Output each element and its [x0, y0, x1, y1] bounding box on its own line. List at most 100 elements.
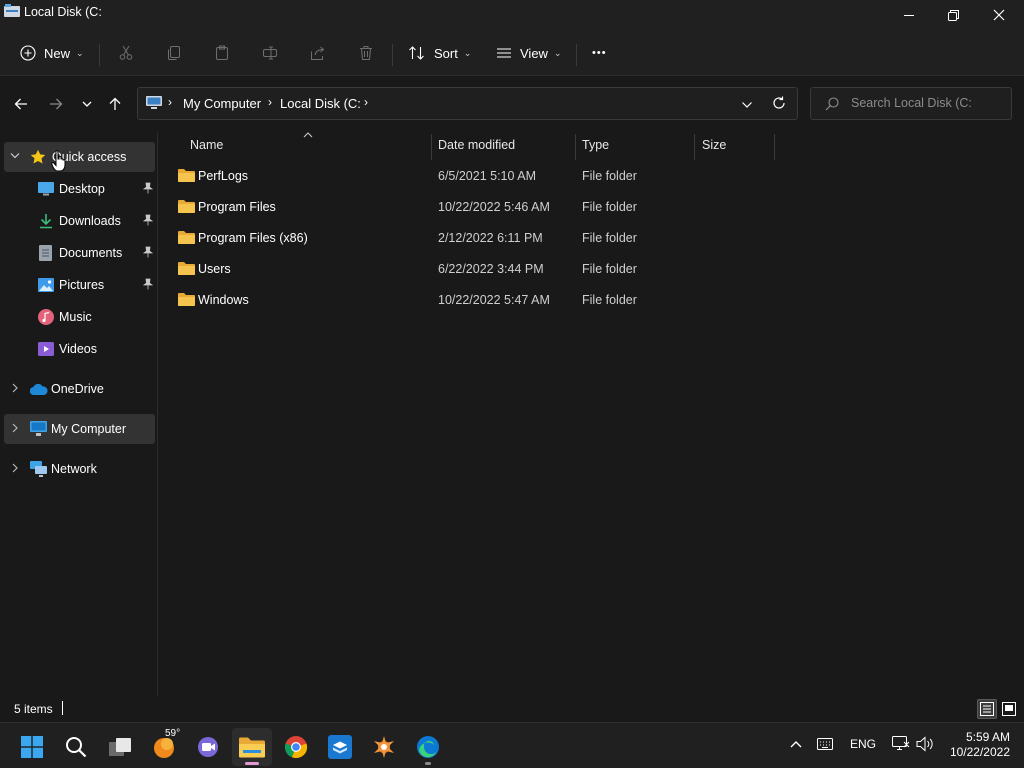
sidebar-item-label: My Computer — [51, 422, 127, 436]
sidebar-item-downloads[interactable]: Downloads — [4, 206, 155, 236]
more-options-button[interactable]: ••• — [592, 38, 607, 68]
details-view-button[interactable] — [977, 699, 997, 719]
language-indicator[interactable]: ENG — [850, 737, 876, 751]
column-divider[interactable] — [431, 134, 432, 160]
restore-icon — [947, 9, 959, 21]
network-status-icon[interactable] — [892, 736, 910, 752]
breadcrumb-chevron-icon: › — [268, 95, 272, 109]
close-button[interactable] — [976, 0, 1022, 30]
sidebar-item-label: Documents — [59, 246, 123, 260]
pin-icon[interactable] — [143, 182, 153, 194]
system-clock[interactable]: 5:59 AM 10/22/2022 — [944, 730, 1010, 760]
share-button[interactable] — [310, 38, 326, 68]
volume-icon[interactable] — [916, 736, 934, 752]
pin-icon[interactable] — [143, 214, 153, 226]
table-row[interactable]: PerfLogs 6/5/2021 5:10 AM File folder — [168, 161, 768, 191]
sidebar-item-desktop[interactable]: Desktop — [4, 174, 155, 204]
toolbar-divider — [576, 44, 577, 66]
column-header-size[interactable]: Size — [702, 138, 726, 158]
edge-button[interactable] — [408, 728, 448, 766]
breadcrumb-chevron-icon[interactable]: › — [364, 95, 368, 109]
cut-icon — [119, 45, 133, 60]
paste-button[interactable] — [214, 38, 230, 68]
copy-button[interactable] — [166, 38, 182, 68]
file-name: Program Files — [198, 200, 276, 214]
file-explorer-icon — [239, 737, 265, 758]
sidebar-item-label: Downloads — [59, 214, 121, 228]
file-name: Windows — [198, 293, 249, 307]
keyboard-icon[interactable] — [817, 738, 833, 750]
column-header-date[interactable]: Date modified — [438, 138, 515, 158]
chevron-down-icon[interactable] — [10, 152, 20, 160]
column-divider[interactable] — [575, 134, 576, 160]
table-row[interactable]: Program Files 10/22/2022 5:46 AM File fo… — [168, 192, 768, 222]
view-button[interactable]: View ⌄ — [496, 38, 562, 68]
up-button[interactable] — [103, 92, 127, 116]
breadcrumb-my-computer[interactable]: My Computer — [183, 96, 261, 111]
sidebar-item-my-computer[interactable]: My Computer — [4, 414, 155, 444]
sidebar-item-videos[interactable]: Videos — [4, 334, 155, 364]
sidebar-item-label: Music — [59, 310, 92, 324]
column-divider[interactable] — [774, 134, 775, 160]
file-type: File folder — [582, 293, 637, 307]
sort-label: Sort — [434, 45, 458, 61]
recent-locations-button[interactable] — [75, 92, 99, 116]
column-header-type[interactable]: Type — [582, 138, 609, 158]
new-button[interactable]: New ⌄ — [20, 38, 84, 68]
arrow-left-icon — [14, 98, 27, 110]
copy-icon — [168, 46, 180, 60]
folder-icon — [178, 169, 195, 182]
chrome-button[interactable] — [276, 728, 316, 766]
task-view-icon — [109, 738, 131, 756]
store-button[interactable] — [320, 728, 360, 766]
refresh-icon[interactable] — [772, 96, 786, 110]
minimize-button[interactable] — [886, 0, 932, 30]
address-bar[interactable]: › My Computer › Local Disk (C: › — [137, 87, 798, 120]
column-divider[interactable] — [694, 134, 695, 160]
sidebar-item-network[interactable]: Network — [4, 454, 155, 484]
search-box[interactable]: Search Local Disk (C: — [810, 87, 1012, 120]
folder-icon — [178, 231, 195, 244]
chevron-right-icon[interactable] — [11, 463, 19, 473]
file-type: File folder — [582, 231, 637, 245]
show-hidden-icons-chevron-icon[interactable] — [790, 740, 802, 748]
sidebar-item-documents[interactable]: Documents — [4, 238, 155, 268]
sort-button[interactable]: Sort ⌄ — [408, 38, 471, 68]
delete-button[interactable] — [358, 38, 374, 68]
file-type: File folder — [582, 262, 637, 276]
large-icons-view-icon — [1002, 702, 1016, 716]
search-icon — [825, 97, 839, 111]
file-date: 10/22/2022 5:47 AM — [438, 293, 550, 307]
chevron-right-icon[interactable] — [11, 383, 19, 393]
taskbar-search-button[interactable] — [56, 728, 96, 766]
forward-button[interactable] — [44, 92, 68, 116]
task-view-button[interactable] — [100, 728, 140, 766]
chevron-down-icon: ⌄ — [463, 47, 472, 58]
sidebar-item-quick-access[interactable]: Quick access — [4, 142, 155, 172]
restore-button[interactable] — [930, 0, 976, 30]
breadcrumb-local-disk[interactable]: Local Disk (C: — [280, 96, 361, 111]
table-row[interactable]: Program Files (x86) 2/12/2022 6:11 PM Fi… — [168, 223, 768, 253]
file-name: PerfLogs — [198, 169, 249, 183]
address-history-chevron-icon[interactable] — [741, 100, 753, 110]
table-row[interactable]: Users 6/22/2022 3:44 PM File folder — [168, 254, 768, 284]
start-button[interactable] — [12, 728, 52, 766]
sidebar-item-onedrive[interactable]: OneDrive — [4, 374, 155, 404]
back-button[interactable] — [9, 92, 33, 116]
table-row[interactable]: Windows 10/22/2022 5:47 AM File folder — [168, 285, 768, 315]
sidebar-item-music[interactable]: Music — [4, 302, 155, 332]
teams-chat-button[interactable] — [188, 728, 228, 766]
pin-icon[interactable] — [143, 246, 153, 258]
antivirus-button[interactable] — [364, 728, 404, 766]
pin-icon[interactable] — [143, 278, 153, 290]
file-explorer-button[interactable] — [232, 728, 272, 766]
sidebar-item-label: Network — [51, 462, 97, 476]
rename-button[interactable] — [262, 38, 278, 68]
cut-button[interactable] — [118, 38, 134, 68]
large-icons-view-button[interactable] — [999, 699, 1019, 719]
windows-logo-icon — [21, 736, 43, 758]
trash-icon — [360, 46, 372, 60]
sidebar-item-pictures[interactable]: Pictures — [4, 270, 155, 300]
chevron-right-icon[interactable] — [11, 423, 19, 433]
column-header-name[interactable]: Name — [190, 138, 223, 158]
